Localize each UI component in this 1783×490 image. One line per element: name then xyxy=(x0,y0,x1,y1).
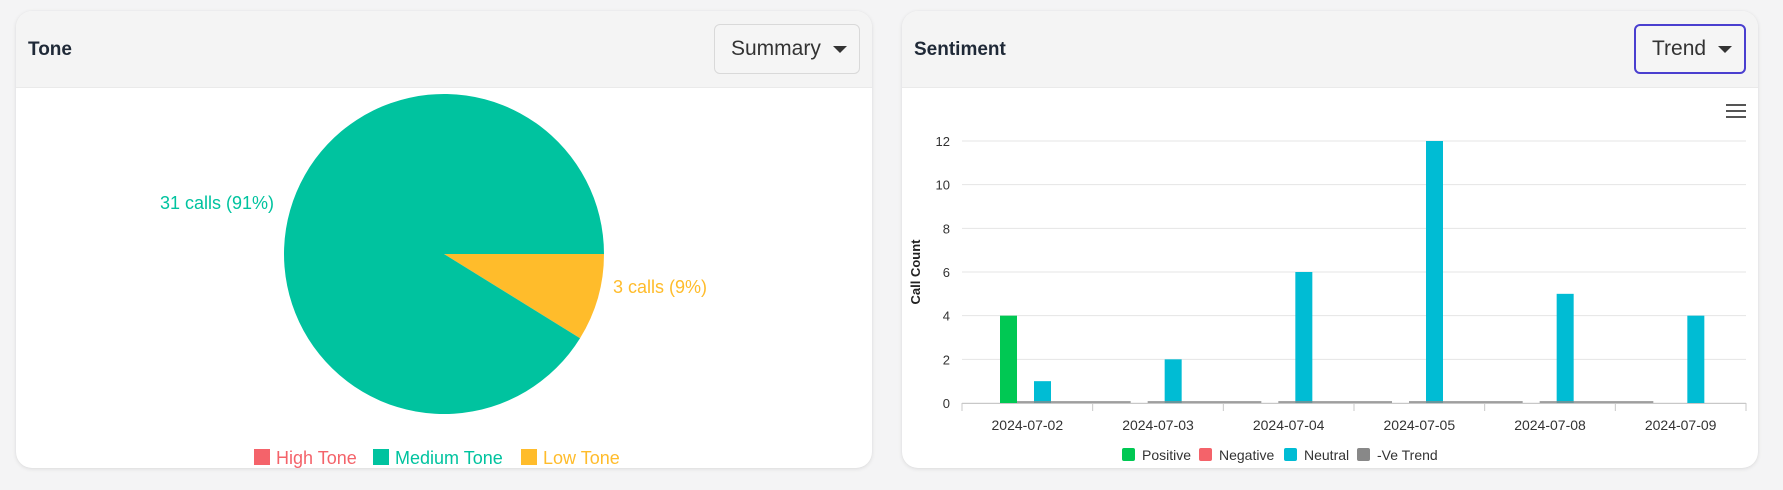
y-tick-label: 0 xyxy=(943,396,950,411)
tone-card: Tone Summary 31 calls (91%) 3 calls (9%) H… xyxy=(16,11,872,468)
legend-swatch xyxy=(521,449,537,465)
y-tick-label: 6 xyxy=(943,265,950,280)
pie-label-low-tone: 3 calls (9%) xyxy=(613,277,707,297)
tone-dropdown-label: Summary xyxy=(731,37,821,60)
bar-positive-2024-07-02[interactable] xyxy=(1000,315,1017,403)
legend-swatch xyxy=(1199,448,1212,461)
legend-swatch xyxy=(254,449,270,465)
chevron-down-icon xyxy=(832,45,847,53)
tone-card-header: Tone Summary xyxy=(16,11,872,88)
legend-item-low-tone[interactable]: Low Tone xyxy=(521,448,620,468)
y-tick-label: 2 xyxy=(943,352,950,367)
legend-item--ve-trend[interactable]: -Ve Trend xyxy=(1357,447,1438,463)
tone-pie-chart: 31 calls (91%) 3 calls (9%) High Tone Mediu… xyxy=(160,94,707,468)
x-tick-label: 2024-07-03 xyxy=(1122,417,1194,433)
legend-item-high-tone[interactable]: High Tone xyxy=(254,448,357,468)
y-tick-label: 12 xyxy=(936,134,950,149)
sentiment-view-dropdown[interactable]: Trend xyxy=(1634,24,1746,74)
legend-item-medium-tone[interactable]: Medium Tone xyxy=(373,448,503,468)
tone-view-dropdown[interactable]: Summary xyxy=(714,24,860,74)
pie-slice-medium-tone[interactable] xyxy=(284,94,604,414)
legend-item-negative[interactable]: Negative xyxy=(1199,447,1274,463)
legend-label: High Tone xyxy=(276,448,357,468)
sentiment-card: Sentiment Trend 0 2 4 6 8 10 12 Call Count 2024-… xyxy=(902,11,1758,468)
bar-neutral-2024-07-08[interactable] xyxy=(1556,293,1574,403)
bar-neutral-2024-07-05[interactable] xyxy=(1426,141,1443,403)
legend-label: Medium Tone xyxy=(395,448,503,468)
tone-title: Tone xyxy=(28,39,72,60)
legend-swatch xyxy=(1357,448,1370,461)
y-tick-label: 10 xyxy=(936,178,950,193)
legend-item-neutral[interactable]: Neutral xyxy=(1284,447,1349,463)
legend-label: Positive xyxy=(1142,447,1191,463)
sentiment-dropdown-label: Trend xyxy=(1652,37,1707,60)
x-tick-label: 2024-07-04 xyxy=(1253,417,1325,433)
y-tick-label: 8 xyxy=(943,221,950,236)
sentiment-card-header: Sentiment Trend xyxy=(902,11,1758,88)
sentiment-chart-area: 0 2 4 6 8 10 12 Call Count 2024-07-02 2024-07-03 2… xyxy=(902,88,1758,468)
x-tick-label: 2024-07-09 xyxy=(1645,417,1717,433)
y-axis-label: Call Count xyxy=(908,239,923,305)
legend-label: -Ve Trend xyxy=(1377,447,1438,463)
legend-swatch xyxy=(1122,448,1135,461)
bar-neutral-2024-07-04[interactable] xyxy=(1295,272,1313,403)
x-tick-label: 2024-07-02 xyxy=(992,417,1064,433)
legend-label: Neutral xyxy=(1304,447,1349,463)
x-tick-label: 2024-07-08 xyxy=(1514,417,1586,433)
bar-neutral-2024-07-02[interactable] xyxy=(1034,381,1051,403)
pie-label-medium-tone: 31 calls (91%) xyxy=(160,193,274,213)
legend-label: Low Tone xyxy=(543,448,620,468)
legend-swatch xyxy=(373,449,389,465)
bar-neutral-2024-07-03[interactable] xyxy=(1164,359,1182,403)
legend-label: Negative xyxy=(1219,447,1274,463)
bar-neutral-2024-07-09[interactable] xyxy=(1687,315,1705,403)
legend-swatch xyxy=(1284,448,1297,461)
x-tick-label: 2024-07-05 xyxy=(1384,417,1456,433)
sentiment-title: Sentiment xyxy=(914,39,1006,60)
tone-chart-area: 31 calls (91%) 3 calls (9%) High Tone Mediu… xyxy=(16,88,872,468)
legend-item-positive[interactable]: Positive xyxy=(1122,447,1191,463)
y-tick-label: 4 xyxy=(943,309,950,324)
chevron-down-icon xyxy=(1718,45,1733,53)
sentiment-bar-chart: 0 2 4 6 8 10 12 Call Count 2024-07-02 2024-07-03 2… xyxy=(908,134,1747,463)
